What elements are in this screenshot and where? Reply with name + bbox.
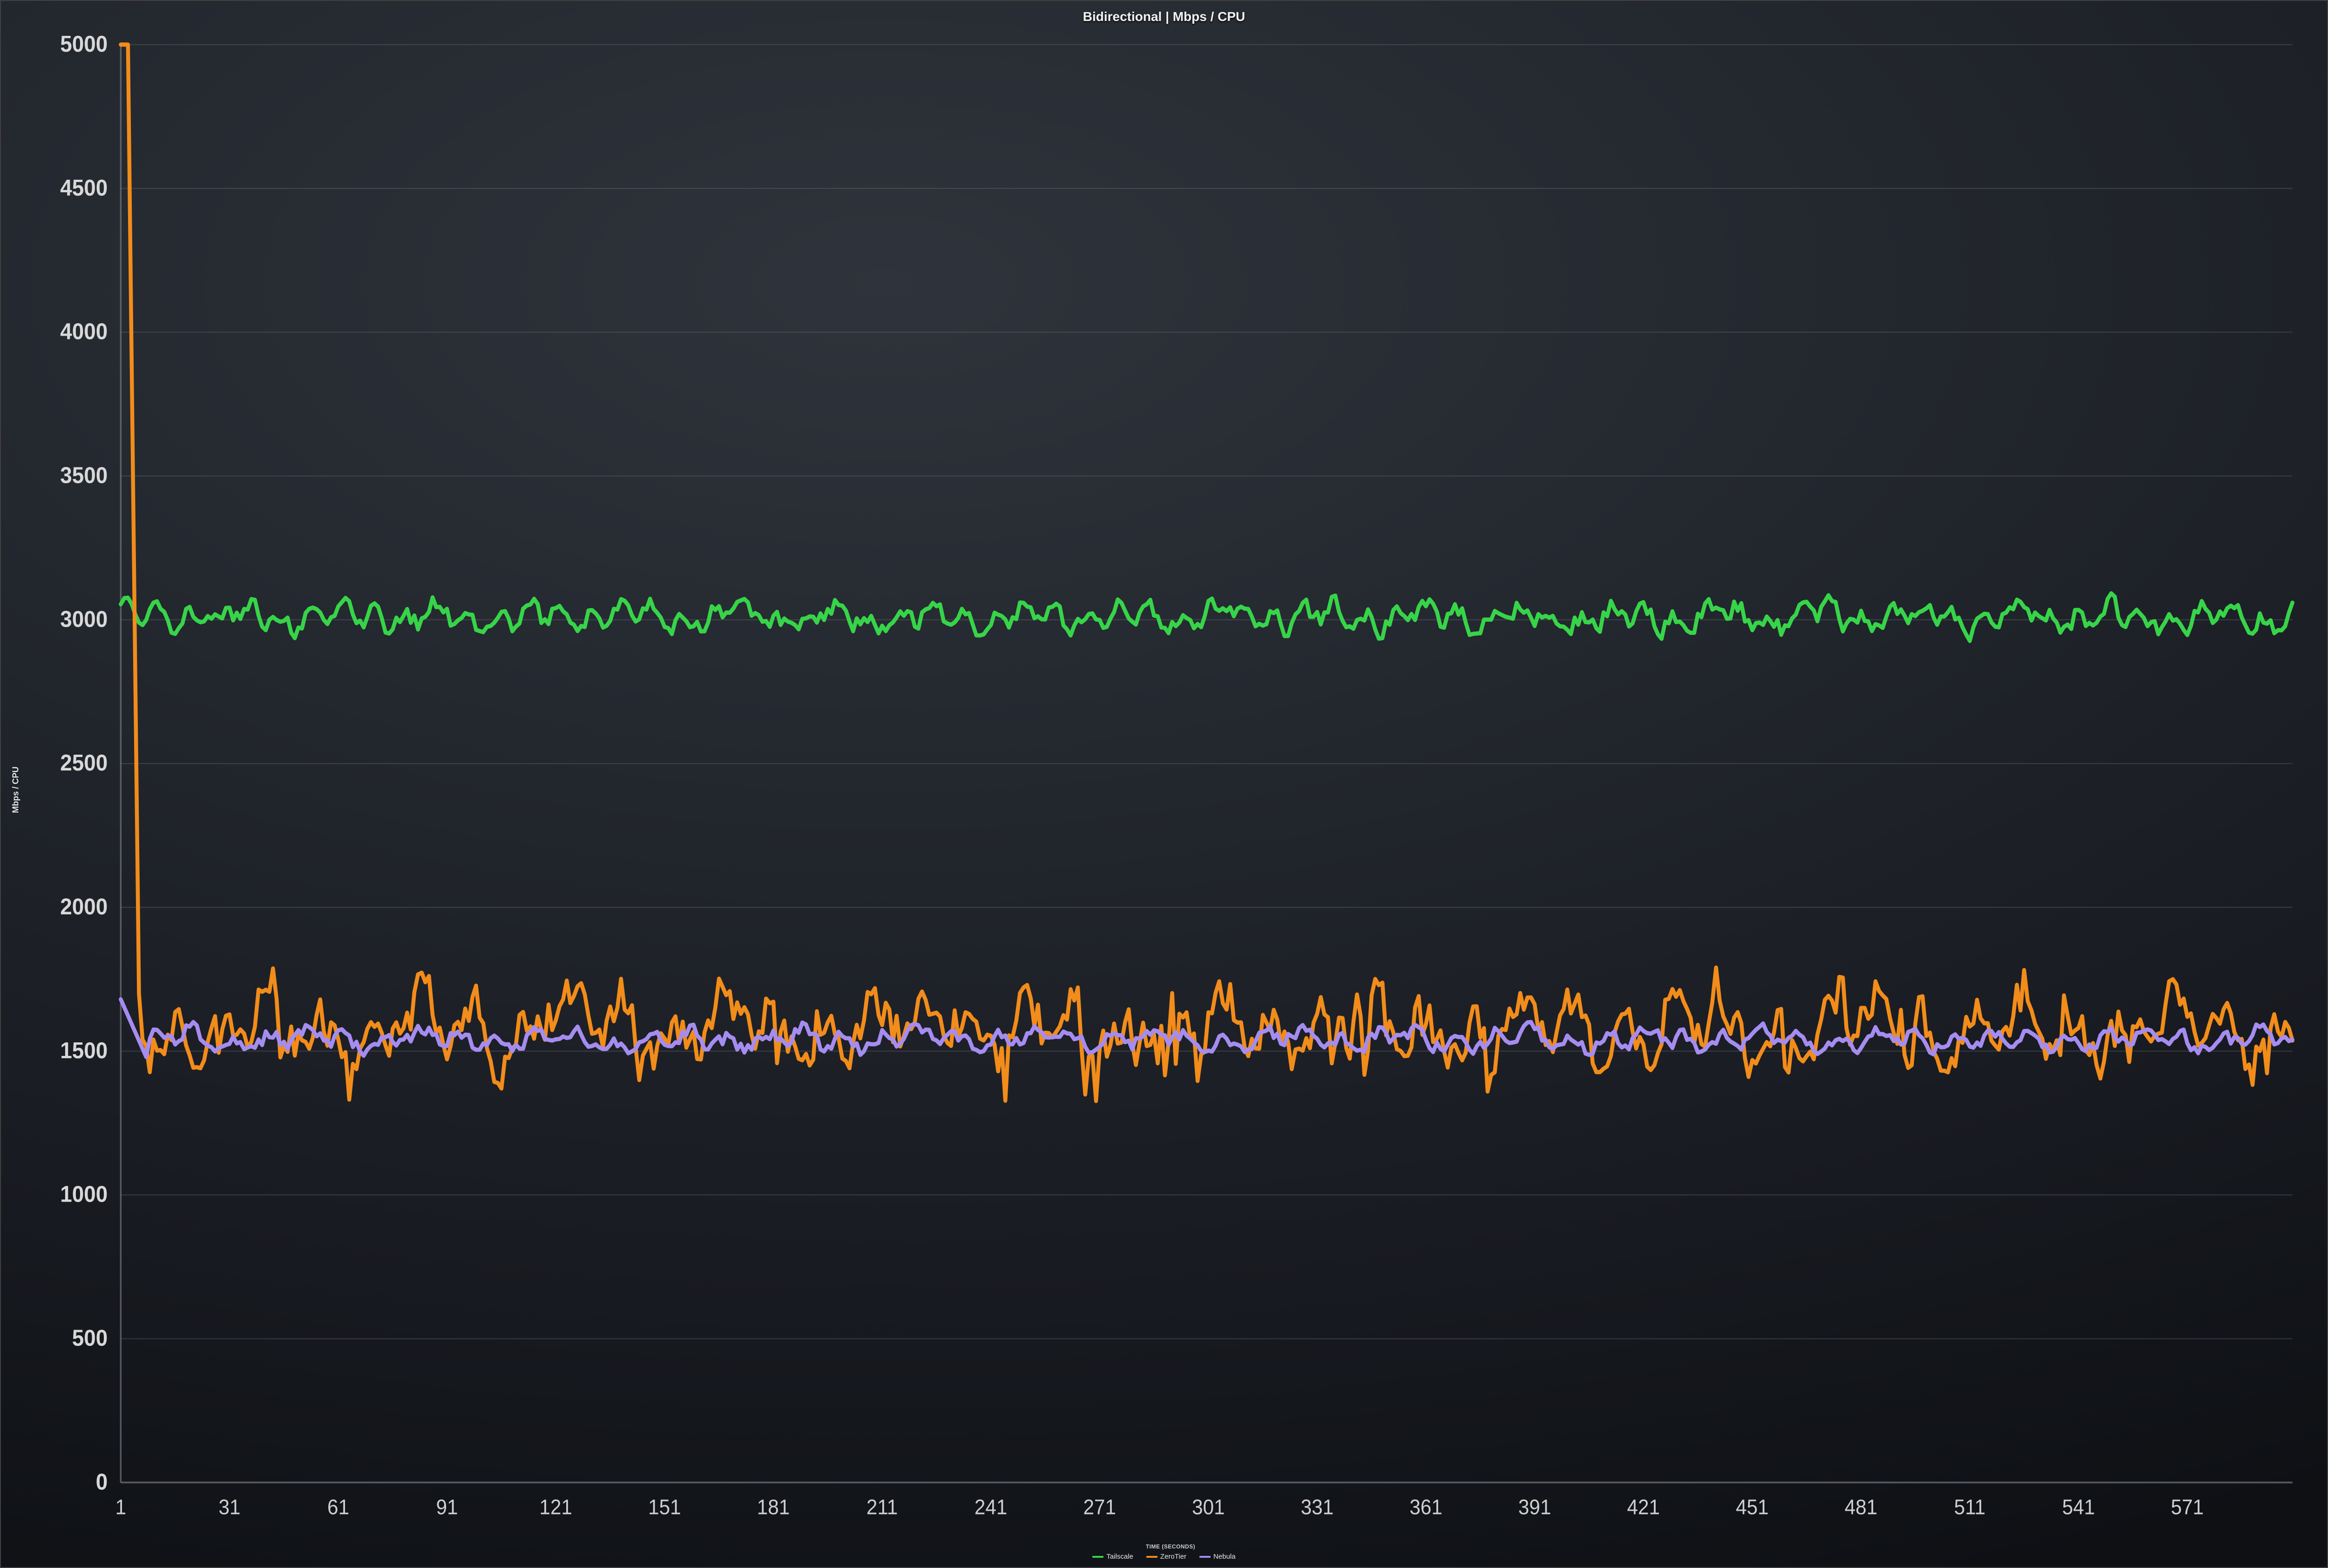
plot-svg: 0 500 1000 1500 2000 2500 3000 3500 4000 4500 5000… (22, 27, 2319, 1542)
x-tick-label: 571 (2171, 1495, 2204, 1519)
x-tick-label: 91 (436, 1495, 458, 1519)
x-tick-label: 451 (1736, 1495, 1769, 1519)
series-zerotier (121, 45, 2292, 1101)
x-tick-label: 301 (1192, 1495, 1225, 1519)
x-tick-label: 31 (218, 1495, 240, 1519)
y-tick-label: 1500 (60, 1038, 108, 1063)
series-tailscale (121, 593, 2292, 641)
x-tick-label: 181 (757, 1495, 790, 1519)
x-tick-label: 481 (1845, 1495, 1878, 1519)
x-tick-label: 241 (975, 1495, 1008, 1519)
legend-item-tailscale: Tailscale (1092, 1553, 1133, 1561)
chart-body: Mbps / CPU 0 500 1000 1500 2000 2500 3000 3500 4… (9, 27, 2319, 1553)
y-axis-label: Mbps / CPU (11, 766, 21, 813)
legend-swatch (1092, 1556, 1103, 1558)
legend-label: ZeroTier (1160, 1553, 1186, 1561)
y-tick-label: 3500 (60, 463, 108, 488)
x-tick-label: 391 (1518, 1495, 1551, 1519)
x-tick-label: 331 (1301, 1495, 1334, 1519)
chart-title: Bidirectional | Mbps / CPU (9, 9, 2319, 24)
plot-area-wrap: 0 500 1000 1500 2000 2500 3000 3500 4000 4500 5000… (22, 27, 2319, 1553)
x-tick-label: 151 (648, 1495, 681, 1519)
legend-swatch (1146, 1556, 1157, 1558)
y-tick-label: 2500 (60, 750, 108, 776)
legend-item-nebula: Nebula (1199, 1553, 1236, 1561)
legend-label: Tailscale (1106, 1553, 1133, 1561)
y-tick-label: 500 (72, 1325, 108, 1351)
x-tick-label: 61 (327, 1495, 349, 1519)
y-axis-label-wrap: Mbps / CPU (9, 27, 22, 1553)
y-tick-label: 3000 (60, 607, 108, 632)
x-tick-label: 271 (1083, 1495, 1117, 1519)
x-tick-label: 1 (115, 1495, 127, 1519)
x-tick-label: 361 (1409, 1495, 1442, 1519)
y-tick-label: 4000 (60, 319, 108, 345)
x-tick-label: 211 (866, 1495, 898, 1519)
y-tick-label: 0 (96, 1469, 108, 1495)
x-tick-label: 421 (1627, 1495, 1660, 1519)
legend-label: Nebula (1213, 1553, 1236, 1561)
x-axis-label: TIME (SECONDS) (22, 1543, 2319, 1550)
x-tick-label: 121 (540, 1495, 573, 1519)
y-tick-label: 4500 (60, 175, 108, 201)
x-tick-label: 541 (2062, 1495, 2095, 1519)
y-tick-label: 5000 (60, 32, 108, 57)
chart-frame: Bidirectional | Mbps / CPU Mbps / CPU 0 5… (0, 0, 2328, 1568)
legend-swatch (1199, 1556, 1211, 1558)
y-tick-label: 1000 (60, 1182, 108, 1207)
x-tick-label: 511 (1954, 1495, 1985, 1519)
legend-item-zerotier: ZeroTier (1146, 1553, 1186, 1561)
y-tick-label: 2000 (60, 894, 108, 920)
legend: Tailscale ZeroTier Nebula (9, 1553, 2319, 1562)
